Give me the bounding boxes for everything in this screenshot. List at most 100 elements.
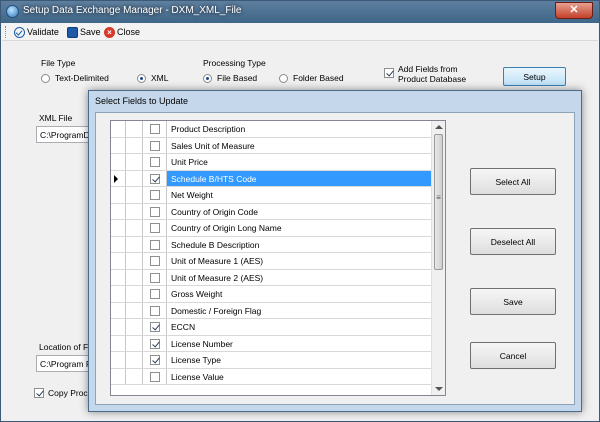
row-header[interactable] — [111, 203, 126, 219]
scroll-down-arrow-icon[interactable] — [435, 387, 443, 391]
field-checkbox[interactable] — [150, 289, 160, 299]
validate-icon — [14, 26, 25, 38]
field-checkbox[interactable] — [150, 140, 160, 151]
field-checkbox[interactable] — [150, 305, 160, 316]
validate-button[interactable]: Validate — [14, 25, 59, 39]
save-button[interactable]: Save — [67, 25, 101, 39]
table-row[interactable]: ECCN — [111, 319, 431, 336]
current-row-arrow-icon — [114, 174, 118, 183]
field-name-cell[interactable]: Schedule B/HTS Code — [171, 174, 257, 184]
table-row[interactable]: License Value — [111, 368, 431, 385]
location-of-file-input[interactable]: C:\Program File — [36, 355, 96, 372]
field-name-cell[interactable]: Country of Origin Long Name — [171, 223, 282, 233]
row-header[interactable] — [111, 302, 126, 318]
row-header[interactable] — [111, 236, 126, 252]
field-name-cell[interactable]: License Type — [171, 355, 221, 365]
field-checkbox[interactable] — [150, 355, 160, 365]
grid-scrollbar[interactable] — [431, 121, 445, 395]
checkbox-cell — [143, 302, 167, 318]
table-row[interactable]: Schedule B/HTS Code — [111, 170, 431, 187]
radio-folder-based[interactable]: Folder Based — [279, 73, 344, 83]
field-checkbox[interactable] — [150, 322, 160, 332]
row-header[interactable] — [111, 187, 126, 203]
fields-grid: Product Description Sales Unit of Measure… — [110, 120, 446, 396]
field-checkbox[interactable] — [150, 272, 160, 283]
dialog-cancel-button[interactable]: Cancel — [470, 342, 556, 369]
row-header[interactable] — [111, 137, 126, 153]
field-name-cell[interactable]: Product Description — [171, 124, 245, 134]
app-icon — [6, 5, 19, 18]
field-name-cell[interactable]: Domestic / Foreign Flag — [171, 306, 261, 316]
row-header[interactable] — [111, 170, 126, 186]
checkbox-cell — [143, 170, 167, 186]
radio-file-based[interactable]: File Based — [203, 73, 257, 83]
table-row[interactable]: Sales Unit of Measure — [111, 137, 431, 154]
field-checkbox[interactable] — [150, 371, 160, 382]
table-row[interactable]: Product Description — [111, 121, 431, 138]
field-checkbox[interactable] — [150, 239, 160, 250]
table-row[interactable]: Net Weight — [111, 187, 431, 204]
field-checkbox[interactable] — [150, 157, 160, 167]
row-header[interactable] — [111, 121, 126, 137]
row-header[interactable] — [111, 319, 126, 335]
scroll-up-arrow-icon[interactable] — [435, 125, 443, 129]
table-row[interactable]: Gross Weight — [111, 286, 431, 303]
add-fields-checkbox[interactable] — [384, 68, 394, 78]
select-fields-dialog: Select Fields to Update Product Descript… — [88, 90, 582, 412]
field-checkbox[interactable] — [150, 256, 160, 266]
row-spacer-cell — [126, 368, 143, 384]
setup-button[interactable]: Setup — [503, 67, 566, 86]
field-name-cell[interactable]: Sales Unit of Measure — [171, 141, 255, 151]
field-name-cell[interactable]: Schedule B Description — [171, 240, 259, 250]
field-name-cell[interactable]: Unit of Measure 1 (AES) — [171, 256, 263, 266]
field-name-cell[interactable]: Unit Price — [171, 157, 208, 167]
row-header[interactable] — [111, 253, 126, 269]
row-spacer-cell — [126, 335, 143, 351]
table-row[interactable]: Schedule B Description — [111, 236, 431, 253]
field-name-cell[interactable]: Gross Weight — [171, 289, 222, 299]
row-header[interactable] — [111, 335, 126, 351]
xml-file-input[interactable]: C:\ProgramDat — [36, 126, 96, 143]
table-row[interactable]: Unit Price — [111, 154, 431, 171]
dialog-save-button[interactable]: Save — [470, 288, 556, 315]
field-checkbox[interactable] — [150, 124, 160, 134]
field-name-cell[interactable]: Country of Origin Code — [171, 207, 258, 217]
radio-xml[interactable]: XML — [137, 73, 168, 83]
close-button[interactable]: × Close — [104, 25, 140, 39]
checkbox-cell — [143, 335, 167, 351]
row-header[interactable] — [111, 220, 126, 236]
field-name-cell[interactable]: Net Weight — [171, 190, 213, 200]
table-row[interactable]: Unit of Measure 1 (AES) — [111, 253, 431, 270]
scroll-thumb[interactable] — [434, 134, 443, 270]
save-icon — [67, 26, 78, 38]
field-name-cell[interactable]: License Number — [171, 339, 233, 349]
copy-process-checkbox[interactable] — [34, 388, 44, 398]
select-all-button[interactable]: Select All — [470, 168, 556, 195]
window-close-button[interactable]: ✕ — [555, 2, 593, 19]
dialog-content: Product Description Sales Unit of Measure… — [95, 112, 575, 405]
field-checkbox[interactable] — [150, 206, 160, 217]
table-row[interactable]: Domestic / Foreign Flag — [111, 302, 431, 319]
row-header[interactable] — [111, 368, 126, 384]
field-name-cell[interactable]: Unit of Measure 2 (AES) — [171, 273, 263, 283]
table-row[interactable]: Country of Origin Long Name — [111, 220, 431, 237]
row-header[interactable] — [111, 286, 126, 302]
field-checkbox[interactable] — [150, 338, 160, 349]
table-row[interactable]: Unit of Measure 2 (AES) — [111, 269, 431, 286]
radio-text-delimited[interactable]: Text-Delimited — [41, 73, 109, 83]
field-checkbox[interactable] — [150, 173, 160, 184]
row-header[interactable] — [111, 154, 126, 170]
row-header[interactable] — [111, 269, 126, 285]
table-row[interactable]: License Number — [111, 335, 431, 352]
table-row[interactable]: License Type — [111, 352, 431, 369]
deselect-all-button[interactable]: Deselect All — [470, 228, 556, 255]
field-name-cell[interactable]: ECCN — [171, 322, 195, 332]
checkbox-cell — [143, 352, 167, 368]
field-checkbox[interactable] — [150, 223, 160, 233]
row-header[interactable] — [111, 352, 126, 368]
row-spacer-cell — [126, 236, 143, 252]
field-checkbox[interactable] — [150, 190, 160, 200]
table-row[interactable]: Country of Origin Code — [111, 203, 431, 220]
checkbox-cell — [143, 319, 167, 335]
field-name-cell[interactable]: License Value — [171, 372, 224, 382]
